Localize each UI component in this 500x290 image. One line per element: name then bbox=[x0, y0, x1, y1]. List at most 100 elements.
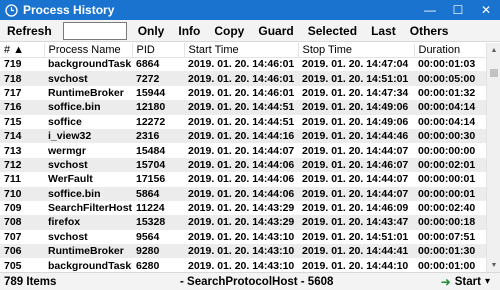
others-button[interactable]: Others bbox=[403, 21, 456, 41]
scroll-up-icon[interactable]: ▲ bbox=[487, 43, 500, 57]
table-header-row: # ▲ Process Name PID Start Time Stop Tim… bbox=[0, 43, 486, 58]
column-header-duration[interactable]: Duration bbox=[414, 43, 486, 58]
table-row[interactable]: 713 wermgr 15484 2019. 01. 20. 14:44:07 2019… bbox=[0, 143, 486, 157]
column-header-start-time[interactable]: Start Time bbox=[184, 43, 299, 58]
cell-duration: 00:00:04:14 bbox=[414, 100, 486, 115]
cell-pid: 6280 bbox=[136, 259, 160, 272]
table-row[interactable]: 716 soffice.bin 12180 2019. 01. 20. 14:44:5… bbox=[0, 100, 486, 115]
cell-stop-time: 2019. 01. 20. 14:44:46 bbox=[298, 128, 414, 144]
close-button[interactable]: ✕ bbox=[472, 0, 500, 20]
cell-stop-time: 2019. 01. 20. 14:44:07 bbox=[298, 186, 414, 201]
cell-duration: 00:00:00:00 bbox=[418, 144, 476, 157]
cell-number: 708 bbox=[0, 215, 44, 230]
column-header-process-name[interactable]: Process Name bbox=[44, 43, 133, 58]
column-header-pid[interactable]: PID bbox=[132, 43, 185, 58]
cell-pid: 5864 bbox=[132, 186, 184, 201]
table-row[interactable]: 706 RuntimeBroker 9280 2019. 01. 20. 14:43:… bbox=[0, 244, 486, 259]
start-button[interactable]: ➜ Start ▾ bbox=[441, 275, 500, 289]
cell-number: 714 bbox=[0, 128, 44, 144]
cell-number: 718 bbox=[0, 71, 44, 86]
table-row[interactable]: 707 svchost 9564 2019. 01. 20. 14:43:10 2019… bbox=[0, 230, 486, 244]
cell-duration: 00:00:01:30 bbox=[414, 244, 486, 259]
cell-process-name: firefox bbox=[44, 215, 132, 230]
only-button[interactable]: Only bbox=[131, 21, 172, 41]
cell-number: 709 bbox=[4, 202, 22, 215]
cell-start-time: 2019. 01. 20. 14:43:29 bbox=[184, 215, 298, 230]
cell-stop-time: 2019. 01. 20. 14:51:01 bbox=[298, 71, 414, 86]
app-icon bbox=[4, 3, 18, 17]
filter-input[interactable] bbox=[62, 21, 127, 40]
cell-number: 712 bbox=[0, 157, 44, 173]
cell-duration: 00:00:00:18 bbox=[414, 215, 486, 230]
cell-pid: 7272 bbox=[132, 71, 184, 86]
cell-pid: 9280 bbox=[132, 244, 184, 259]
guard-button[interactable]: Guard bbox=[251, 21, 300, 41]
cell-stop-time: 2019. 01. 20. 14:49:06 bbox=[302, 115, 409, 128]
status-bar: 789 Items - SearchProtocolHost - 5608 ➜ … bbox=[0, 272, 500, 290]
chevron-down-icon[interactable]: ▾ bbox=[485, 276, 490, 287]
table-row[interactable]: 717 RuntimeBroker 15944 2019. 01. 20. 14:46… bbox=[0, 86, 486, 100]
cell-pid: 15704 bbox=[132, 157, 184, 173]
minimize-button[interactable]: — bbox=[416, 0, 444, 20]
cell-process-name: RuntimeBroker bbox=[48, 86, 124, 99]
table-row[interactable]: 712 svchost 15704 2019. 01. 20. 14:44:06 201… bbox=[0, 157, 486, 173]
arrow-right-icon: ➜ bbox=[440, 274, 451, 289]
cell-duration: 00:00:02:01 bbox=[414, 157, 486, 173]
cell-process-name: SearchFilterHost bbox=[48, 202, 132, 215]
selected-button[interactable]: Selected bbox=[301, 21, 364, 41]
cell-pid: 15944 bbox=[136, 86, 166, 99]
table-row[interactable]: 714 i_view32 2316 2019. 01. 20. 14:44:16 201… bbox=[0, 128, 486, 144]
cell-pid: 12272 bbox=[136, 115, 166, 128]
cell-number: 713 bbox=[4, 144, 22, 157]
table-row[interactable]: 711 WerFault 17156 2019. 01. 20. 14:44:06 20… bbox=[0, 172, 486, 186]
cell-start-time: 2019. 01. 20. 14:44:07 bbox=[188, 144, 295, 157]
table-row[interactable]: 715 soffice 12272 2019. 01. 20. 14:44:51 201… bbox=[0, 115, 486, 129]
cell-start-time: 2019. 01. 20. 14:43:10 bbox=[188, 230, 295, 243]
cell-stop-time: 2019. 01. 20. 14:46:07 bbox=[298, 157, 414, 173]
cell-number: 710 bbox=[0, 186, 44, 201]
cell-pid: 9564 bbox=[136, 230, 160, 243]
cell-duration: 00:00:05:00 bbox=[414, 71, 486, 86]
copy-button[interactable]: Copy bbox=[207, 21, 251, 41]
cell-number: 705 bbox=[4, 259, 22, 272]
table-row[interactable]: 718 svchost 7272 2019. 01. 20. 14:46:01 2019… bbox=[0, 71, 486, 86]
column-header-number[interactable]: # ▲ bbox=[0, 43, 45, 58]
table-row[interactable]: 710 soffice.bin 5864 2019. 01. 20. 14:44:06… bbox=[0, 186, 486, 201]
table-row[interactable]: 719 backgroundTaskHost 6864 2019. 01. 20. 1… bbox=[0, 57, 486, 71]
cell-number: 717 bbox=[4, 86, 22, 99]
table-row[interactable]: 705 backgroundTaskHost 6280 2019. 01. 20. 1… bbox=[0, 258, 486, 272]
cell-number: 719 bbox=[4, 58, 22, 71]
cell-process-name: soffice.bin bbox=[44, 186, 132, 201]
cell-start-time: 2019. 01. 20. 14:43:29 bbox=[188, 202, 295, 215]
cell-duration: 00:00:00:30 bbox=[414, 128, 486, 144]
toolbar: Refresh Only Info Copy Guard Selected La… bbox=[0, 20, 500, 42]
column-header-stop-time[interactable]: Stop Time bbox=[298, 43, 415, 58]
cell-start-time: 2019. 01. 20. 14:44:16 bbox=[184, 128, 298, 144]
refresh-button[interactable]: Refresh bbox=[0, 21, 59, 41]
cell-process-name: svchost bbox=[44, 157, 132, 173]
scroll-down-icon[interactable]: ▼ bbox=[487, 258, 500, 272]
cell-start-time: 2019. 01. 20. 14:43:10 bbox=[188, 259, 295, 272]
maximize-button[interactable]: ☐ bbox=[444, 0, 472, 20]
scroll-thumb[interactable] bbox=[490, 69, 498, 77]
cell-pid: 6864 bbox=[136, 58, 160, 71]
cell-pid: 2316 bbox=[132, 128, 184, 144]
vertical-scrollbar[interactable]: ▲ ▼ bbox=[486, 43, 500, 272]
info-button[interactable]: Info bbox=[171, 21, 207, 41]
title-bar: Process History — ☐ ✕ bbox=[0, 0, 500, 20]
cell-start-time: 2019. 01. 20. 14:44:06 bbox=[188, 173, 295, 186]
last-button[interactable]: Last bbox=[364, 21, 403, 41]
cell-stop-time: 2019. 01. 20. 14:43:47 bbox=[298, 215, 414, 230]
cell-start-time: 2019. 01. 20. 14:46:01 bbox=[188, 86, 295, 99]
cell-duration: 00:00:00:01 bbox=[418, 173, 476, 186]
cell-duration: 00:00:01:03 bbox=[418, 58, 476, 71]
cell-process-name: wermgr bbox=[48, 144, 86, 157]
cell-pid: 15484 bbox=[136, 144, 166, 157]
cell-process-name: i_view32 bbox=[44, 128, 132, 144]
table-row[interactable]: 709 SearchFilterHost 11224 2019. 01. 20. 14… bbox=[0, 201, 486, 215]
table-row[interactable]: 708 firefox 15328 2019. 01. 20. 14:43:29 201… bbox=[0, 215, 486, 230]
cell-number: 715 bbox=[4, 115, 22, 128]
cell-stop-time: 2019. 01. 20. 14:44:07 bbox=[302, 173, 409, 186]
cell-pid: 11224 bbox=[136, 202, 165, 215]
cell-process-name: soffice bbox=[48, 115, 82, 128]
